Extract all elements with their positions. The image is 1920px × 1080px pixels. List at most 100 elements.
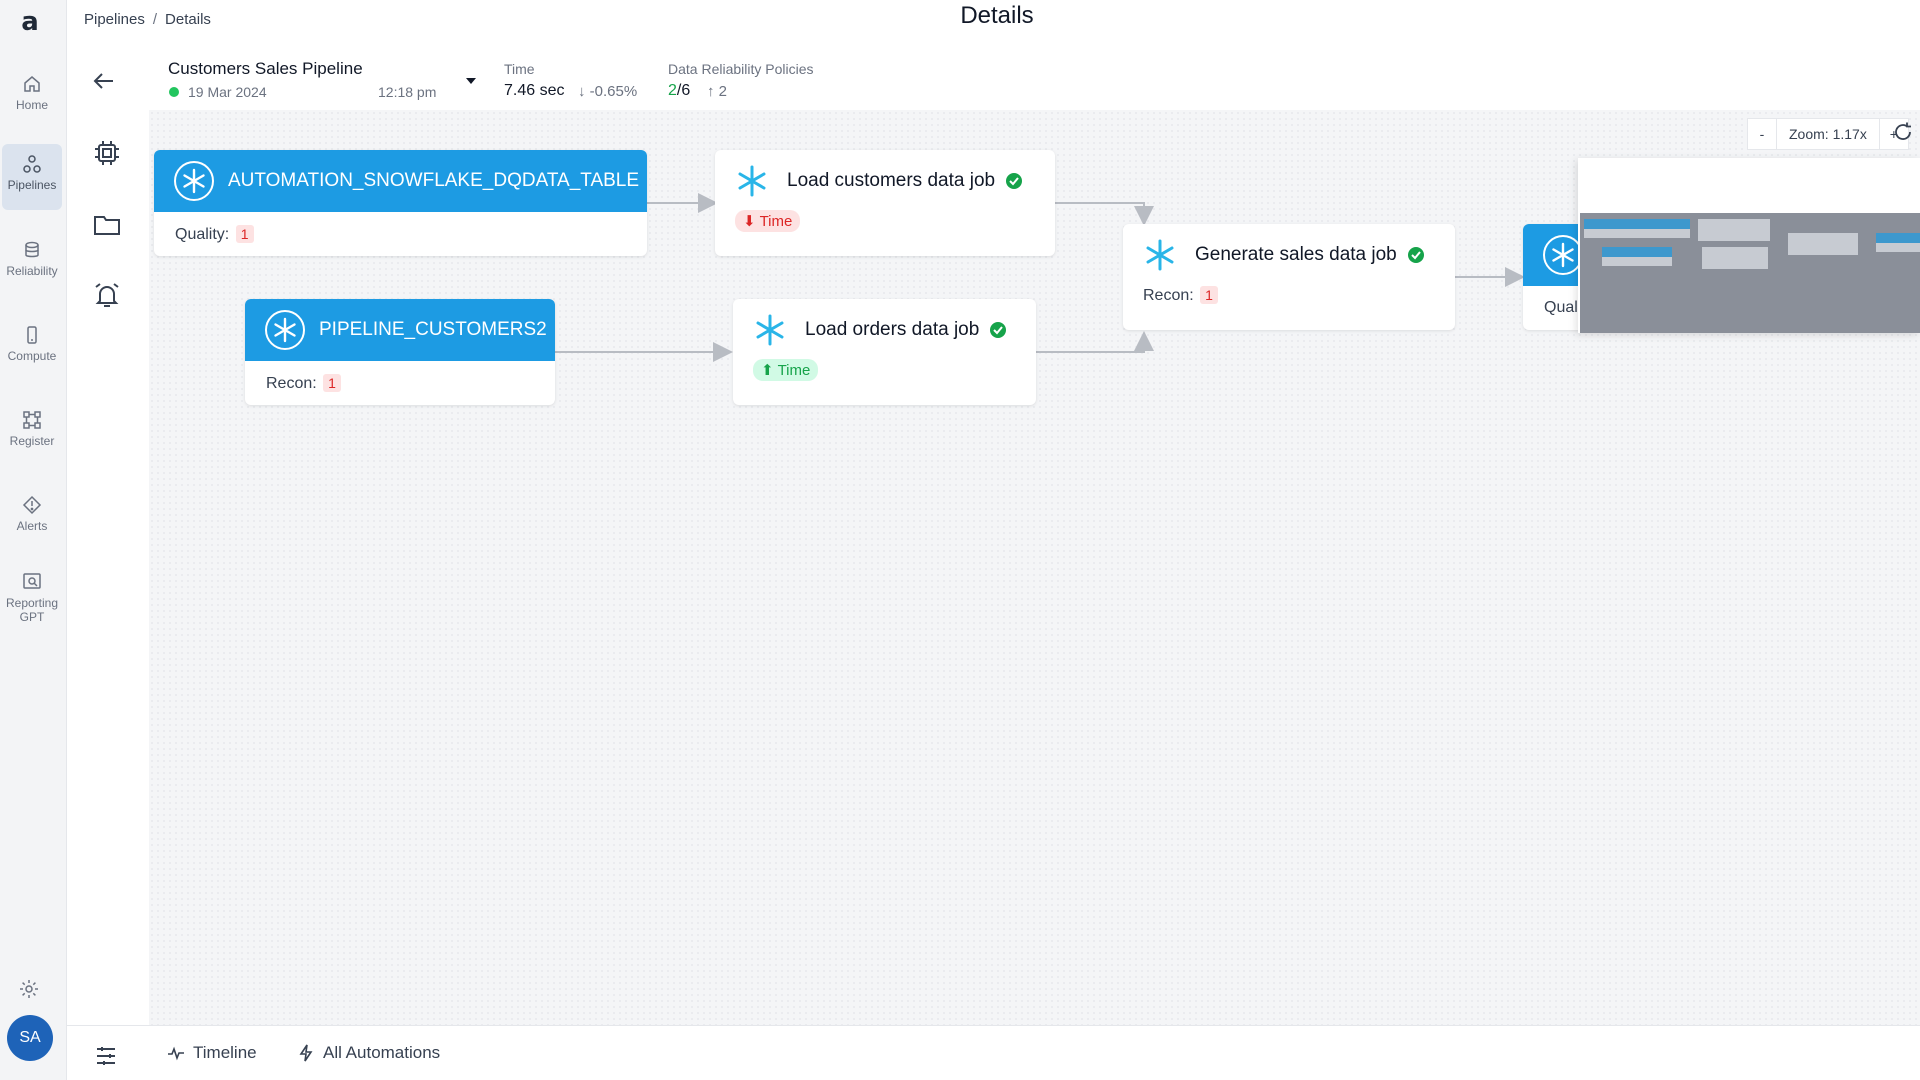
quality-badge[interactable]: 1 bbox=[235, 225, 254, 243]
job-title: Load customers data job bbox=[787, 170, 996, 191]
snowflake-icon bbox=[738, 165, 766, 197]
tab-label: Timeline bbox=[193, 1043, 257, 1062]
recon-badge[interactable]: 1 bbox=[1200, 286, 1218, 304]
activity-icon bbox=[168, 1046, 184, 1061]
recon-row: Recon: 1 bbox=[1143, 286, 1435, 305]
nav-item-register[interactable]: Register bbox=[2, 400, 62, 466]
nav-item-reporting-gpt[interactable]: Reporting GPT bbox=[2, 562, 62, 638]
job-title: Generate sales data job bbox=[1195, 244, 1397, 265]
reporting-icon bbox=[23, 573, 41, 589]
metric-label: Recon: bbox=[1143, 287, 1194, 304]
pipeline-name[interactable]: Customers Sales Pipeline bbox=[168, 59, 363, 79]
breadcrumb-current: Details bbox=[165, 11, 211, 28]
pipeline-time: 12:18 pm bbox=[378, 84, 437, 100]
drp-up-value: 2 bbox=[718, 83, 728, 100]
check-circle-icon bbox=[990, 322, 1007, 338]
back-arrow-icon[interactable] bbox=[91, 68, 117, 94]
job-load-customers[interactable]: Load customers data job ⬇ Time bbox=[715, 150, 1055, 256]
drp-up: ↑ 2 bbox=[707, 83, 728, 100]
nav-label: Pipelines bbox=[7, 178, 57, 192]
nav-label: Compute bbox=[7, 349, 57, 363]
snowflake-icon bbox=[265, 310, 305, 350]
zoom-controls: - Zoom: 1.17x + bbox=[1747, 118, 1909, 150]
nav-label: Home bbox=[15, 98, 48, 112]
time-pill[interactable]: ⬆ Time bbox=[753, 359, 819, 381]
node-title: PIPELINE_CUSTOMERS2 bbox=[319, 319, 547, 340]
register-icon bbox=[23, 411, 41, 429]
tab-timeline[interactable]: Timeline bbox=[167, 1043, 257, 1063]
pill-label: Time bbox=[777, 361, 811, 379]
minimap-viewport[interactable] bbox=[1580, 213, 1920, 333]
metric-label: Quality: bbox=[175, 226, 230, 243]
sliders-icon[interactable] bbox=[94, 1044, 118, 1068]
time-delta-value: -0.65% bbox=[589, 83, 638, 100]
node-title: AUTOMATION_SNOWFLAKE_DQDATA_TABLE bbox=[228, 170, 640, 191]
pill-label: Time bbox=[759, 212, 793, 230]
compute-icon bbox=[27, 326, 37, 344]
drp-value: 2/6 bbox=[668, 82, 690, 100]
database-icon bbox=[25, 241, 39, 258]
tab-label: All Automations bbox=[323, 1043, 441, 1062]
recon-badge[interactable]: 1 bbox=[323, 374, 341, 392]
snowflake-icon bbox=[1543, 235, 1583, 275]
pipeline-date: 19 Mar 2024 bbox=[188, 84, 267, 100]
nav-label: Reliability bbox=[6, 264, 58, 278]
breadcrumb-pipelines[interactable]: Pipelines bbox=[84, 11, 145, 28]
secondary-rail bbox=[67, 110, 149, 1025]
nav-label: Register bbox=[9, 434, 55, 448]
footer-bar: Timeline All Automations bbox=[67, 1025, 1920, 1080]
status-dot bbox=[169, 87, 179, 97]
time-value: 7.46 sec bbox=[504, 82, 565, 99]
source-node-customers2[interactable]: PIPELINE_CUSTOMERS2 Recon: 1 bbox=[245, 299, 555, 405]
check-circle-icon bbox=[1407, 247, 1424, 263]
job-generate-sales[interactable]: Generate sales data job Recon: 1 bbox=[1123, 224, 1455, 330]
snowflake-icon bbox=[756, 314, 784, 346]
nav-item-reliability[interactable]: Reliability bbox=[2, 230, 62, 296]
snowflake-icon bbox=[174, 161, 214, 201]
job-title: Load orders data job bbox=[805, 319, 980, 340]
zoom-out-button[interactable]: - bbox=[1748, 126, 1776, 142]
user-avatar[interactable]: SA bbox=[7, 1015, 53, 1061]
nav-item-alerts[interactable]: Alerts bbox=[2, 485, 62, 551]
svg-text:a: a bbox=[21, 7, 39, 36]
edge bbox=[1036, 331, 1154, 353]
nav-label: Alerts bbox=[16, 519, 48, 533]
nav-label: Reporting GPT bbox=[5, 596, 59, 624]
metric-label: Recon: bbox=[266, 375, 317, 392]
alarm-bell-icon[interactable] bbox=[92, 280, 122, 310]
logo-icon[interactable]: a bbox=[15, 6, 45, 36]
nav-item-home[interactable]: Home bbox=[2, 64, 62, 130]
drp-total: /6 bbox=[676, 82, 691, 99]
breadcrumb-separator: / bbox=[152, 11, 158, 28]
alert-diamond-icon bbox=[22, 495, 42, 515]
source-node-automation[interactable]: AUTOMATION_SNOWFLAKE_DQDATA_TABLE Qualit… bbox=[154, 150, 647, 256]
pipelines-icon bbox=[23, 155, 41, 173]
time-pill[interactable]: ⬇ Time bbox=[735, 210, 801, 232]
lightning-icon bbox=[299, 1044, 313, 1062]
nav-item-pipelines[interactable]: Pipelines bbox=[2, 144, 62, 210]
job-load-orders[interactable]: Load orders data job ⬆ Time bbox=[733, 299, 1036, 405]
time-label: Time bbox=[504, 61, 535, 77]
page-title: Details bbox=[960, 2, 1034, 29]
refresh-icon[interactable] bbox=[1892, 121, 1914, 143]
chip-icon[interactable] bbox=[92, 138, 122, 168]
edge bbox=[1055, 202, 1154, 226]
drp-label: Data Reliability Policies bbox=[668, 61, 814, 77]
arrow-up-icon: ⬆ bbox=[761, 362, 774, 379]
home-icon bbox=[24, 76, 40, 92]
snowflake-icon bbox=[1146, 239, 1174, 271]
folder-icon[interactable] bbox=[92, 210, 122, 240]
drp-passed: 2 bbox=[668, 82, 677, 99]
time-delta: ↓ -0.65% bbox=[578, 83, 638, 100]
nav-item-compute[interactable]: Compute bbox=[2, 315, 62, 381]
check-circle-icon bbox=[1006, 173, 1023, 189]
tab-all-automations[interactable]: All Automations bbox=[297, 1043, 440, 1063]
metric-label: Qual bbox=[1544, 299, 1578, 316]
zoom-level: Zoom: 1.17x bbox=[1776, 119, 1880, 149]
left-nav: a Home Pipelines Reliability Compute Reg… bbox=[0, 0, 67, 1080]
chevron-down-icon[interactable] bbox=[465, 76, 477, 86]
arrow-down-icon: ⬇ bbox=[743, 213, 756, 230]
gear-icon[interactable] bbox=[18, 978, 40, 1000]
minimap-preview bbox=[1584, 219, 1920, 269]
breadcrumb: Pipelines / Details bbox=[84, 11, 211, 28]
